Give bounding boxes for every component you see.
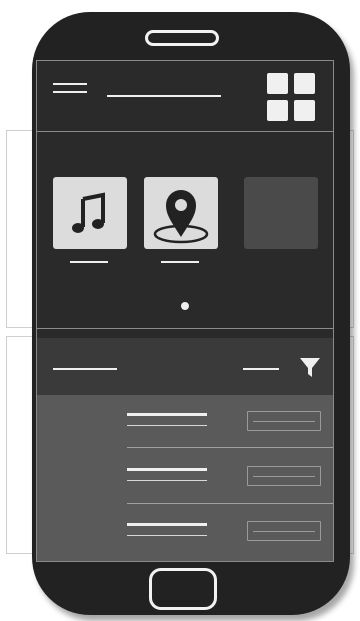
filter-icon[interactable] [299,356,321,378]
filter-bar [37,338,333,395]
hamburger-icon [53,83,87,85]
list-item[interactable] [37,448,333,503]
header-divider [37,131,333,132]
list-item-title [127,468,207,471]
carousel-page-dot[interactable] [181,302,189,310]
list-item[interactable] [37,395,333,447]
music-app-tile[interactable] [53,177,127,249]
phone-screen [36,60,334,562]
list-item-field[interactable] [247,466,321,486]
list-item-field[interactable] [247,411,321,431]
list-item-title [127,413,207,416]
list-item-subtitle [127,425,207,426]
map-pin-icon [153,190,209,244]
filter-bar-title [53,368,117,370]
list-item-subtitle [127,535,207,536]
list-item-field[interactable] [247,521,321,541]
music-note-icon [72,192,105,233]
list-panel [37,395,333,561]
list-item[interactable] [37,504,333,561]
map-app-tile[interactable] [144,177,218,249]
carousel-divider [37,328,333,329]
menu-button[interactable] [51,79,91,101]
speaker-slot [145,30,219,46]
grid-button[interactable] [267,73,319,125]
filter-value [243,368,279,370]
map-tile-label [161,261,199,263]
list-item-title [127,523,207,526]
empty-app-tile[interactable] [244,177,318,249]
music-tile-label [70,261,108,263]
list-item-subtitle [127,480,207,481]
header-title-placeholder [107,95,221,97]
home-button[interactable] [149,568,217,610]
